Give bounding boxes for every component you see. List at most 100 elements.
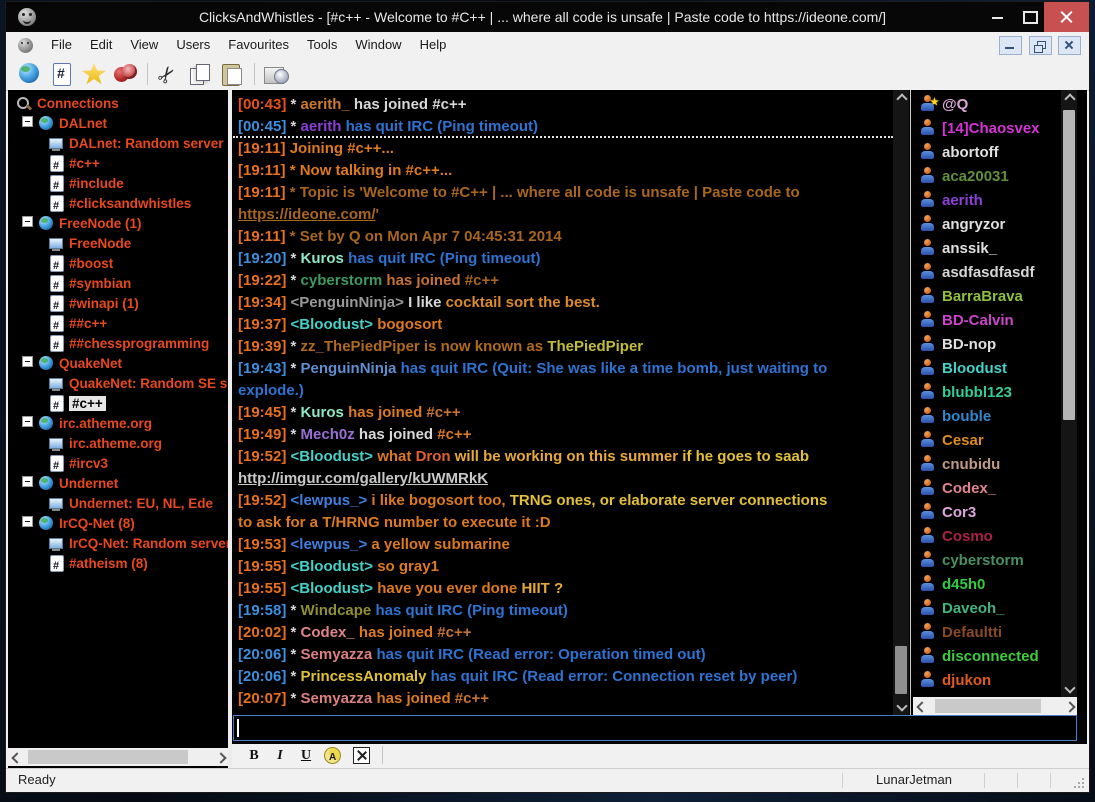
userlist-horizontal-scrollbar[interactable] xyxy=(913,697,1077,715)
scroll-left-icon[interactable] xyxy=(8,748,24,766)
userlist-item-q[interactable]: ★@Q xyxy=(919,93,1061,117)
chat-link[interactable]: https://ideone.com/ xyxy=(238,206,376,223)
tree-horizontal-scrollbar[interactable] xyxy=(8,748,228,766)
scroll-right-icon[interactable] xyxy=(212,748,228,766)
userlist-item-d45h0[interactable]: d45h0 xyxy=(919,573,1061,597)
underline-button[interactable]: U xyxy=(296,746,316,766)
tree-item-dalnet-random-server[interactable]: DALnet: Random server xyxy=(8,134,228,154)
menu-favourites[interactable]: Favourites xyxy=(219,32,298,58)
userlist-item-anssik[interactable]: anssik_ xyxy=(919,237,1061,261)
userlist-item-cesar[interactable]: Cesar xyxy=(919,429,1061,453)
tree-collapse-icon[interactable] xyxy=(22,216,33,227)
userlist-item-aca20031[interactable]: aca20031 xyxy=(919,165,1061,189)
tree-collapse-icon[interactable] xyxy=(22,416,33,427)
join-channel-icon[interactable] xyxy=(48,61,76,87)
userlist-item-cnubidu[interactable]: cnubidu xyxy=(919,453,1061,477)
mdi-close-button[interactable] xyxy=(1058,36,1081,55)
userlist-item-disconnected[interactable]: disconnected xyxy=(919,645,1061,669)
userlist-item-bd-nop[interactable]: BD-nop xyxy=(919,333,1061,357)
mdi-restore-button[interactable] xyxy=(1029,36,1052,55)
cut-icon[interactable] xyxy=(155,61,183,87)
tree-item-c[interactable]: ##c++ xyxy=(8,314,228,334)
clear-format-icon[interactable] xyxy=(352,746,372,766)
tree-collapse-icon[interactable] xyxy=(22,476,33,487)
resize-grip[interactable] xyxy=(1075,779,1084,788)
app-menu-icon[interactable] xyxy=(18,38,33,53)
chat-scrollbar[interactable] xyxy=(893,90,909,715)
tree-item-winapi-1[interactable]: #winapi (1) xyxy=(8,294,228,314)
tree-item-c[interactable]: #c++ xyxy=(8,394,228,414)
scroll-right-icon[interactable] xyxy=(1061,697,1077,715)
favourites-icon[interactable] xyxy=(80,61,108,87)
tree-item-connections[interactable]: Connections xyxy=(8,94,228,114)
tree-scroll-thumb[interactable] xyxy=(28,750,188,764)
smileys-icon[interactable] xyxy=(112,61,140,87)
userlist-scrollbar[interactable] xyxy=(1061,90,1077,697)
tree-item-c[interactable]: #c++ xyxy=(8,154,228,174)
userlist-item-cor3[interactable]: Cor3 xyxy=(919,501,1061,525)
tree-collapse-icon[interactable] xyxy=(22,116,33,127)
tree-item-freenode[interactable]: FreeNode xyxy=(8,234,228,254)
chat-link[interactable]: http://imgur.com/gallery/kUWMRkK xyxy=(238,470,488,487)
userlist-item-bouble[interactable]: bouble xyxy=(919,405,1061,429)
mdi-minimize-button[interactable] xyxy=(999,36,1022,55)
tree-item-quakenet[interactable]: QuakeNet xyxy=(8,354,228,374)
tree-item-symbian[interactable]: #symbian xyxy=(8,274,228,294)
menu-edit[interactable]: Edit xyxy=(81,32,121,58)
userlist-item-barrabrava[interactable]: BarraBrava xyxy=(919,285,1061,309)
tree-item-ircq-net-random-server[interactable]: IrCQ-Net: Random server xyxy=(8,534,228,554)
menu-window[interactable]: Window xyxy=(346,32,410,58)
scroll-up-icon[interactable] xyxy=(893,90,909,106)
userlist-item-blubbl123[interactable]: blubbl123 xyxy=(919,381,1061,405)
copy-icon[interactable] xyxy=(187,61,215,87)
maximize-button[interactable] xyxy=(1013,2,1045,32)
menu-help[interactable]: Help xyxy=(411,32,456,58)
menu-tools[interactable]: Tools xyxy=(298,32,346,58)
tree-item-include[interactable]: #include xyxy=(8,174,228,194)
scroll-left-icon[interactable] xyxy=(913,697,929,715)
tree-item-atheism-8[interactable]: #atheism (8) xyxy=(8,554,228,574)
userlist-item-daveoh[interactable]: Daveoh_ xyxy=(919,597,1061,621)
menu-view[interactable]: View xyxy=(121,32,167,58)
chat-scroll-thumb[interactable] xyxy=(895,646,907,694)
tree-item-undernet-eu-nl-ede[interactable]: Undernet: EU, NL, Ede xyxy=(8,494,228,514)
paste-icon[interactable] xyxy=(219,61,247,87)
userlist-item-aerith[interactable]: aerith xyxy=(919,189,1061,213)
userlist-item-cyberstorm[interactable]: cyberstorm xyxy=(919,549,1061,573)
userlist-item-asdfasdfasdf[interactable]: asdfasdfasdf xyxy=(919,261,1061,285)
userlist-item-14-chaosvex[interactable]: [14]Chaosvex xyxy=(919,117,1061,141)
scroll-up-icon[interactable] xyxy=(1061,90,1077,106)
userlist-item-angryzor[interactable]: angryzor xyxy=(919,213,1061,237)
tree-item-ircv3[interactable]: #ircv3 xyxy=(8,454,228,474)
italic-button[interactable]: I xyxy=(270,746,290,766)
userlist-item-bloodust[interactable]: Bloodust xyxy=(919,357,1061,381)
userlist-item-codex[interactable]: Codex_ xyxy=(919,477,1061,501)
tree-collapse-icon[interactable] xyxy=(22,356,33,367)
tree-collapse-icon[interactable] xyxy=(22,516,33,527)
userlist-item-djukon[interactable]: djukon xyxy=(919,669,1061,693)
userlist-item-abortoff[interactable]: abortoff xyxy=(919,141,1061,165)
userlist-hscroll-thumb[interactable] xyxy=(935,699,1041,713)
tree-item-boost[interactable]: #boost xyxy=(8,254,228,274)
tree-item-ircq-net-8[interactable]: IrCQ-Net (8) xyxy=(8,514,228,534)
bold-button[interactable]: B xyxy=(244,746,264,766)
userlist-item-cosmo[interactable]: Cosmo xyxy=(919,525,1061,549)
userlist-item-bd-calvin[interactable]: BD-Calvin xyxy=(919,309,1061,333)
tree-item-undernet[interactable]: Undernet xyxy=(8,474,228,494)
tree-item-quakenet-random-se-server[interactable]: QuakeNet: Random SE server xyxy=(8,374,228,394)
close-button[interactable] xyxy=(1044,2,1089,32)
text-color-icon[interactable] xyxy=(322,746,342,766)
menu-users[interactable]: Users xyxy=(167,32,219,58)
tree-item-irc-atheme-org[interactable]: irc.atheme.org xyxy=(8,434,228,454)
connect-icon[interactable] xyxy=(16,61,44,87)
tree-item-irc-atheme-org[interactable]: irc.atheme.org xyxy=(8,414,228,434)
scroll-down-icon[interactable] xyxy=(893,699,909,715)
tree-item-dalnet[interactable]: DALnet xyxy=(8,114,228,134)
userlist-item-defaultti[interactable]: Defaultti xyxy=(919,621,1061,645)
message-input[interactable] xyxy=(233,715,1077,741)
scroll-down-icon[interactable] xyxy=(1061,681,1077,697)
tree-item-freenode-1[interactable]: FreeNode (1) xyxy=(8,214,228,234)
tree-item-chessprogramming[interactable]: ##chessprogramming xyxy=(8,334,228,354)
menu-file[interactable]: File xyxy=(42,32,81,58)
panel-splitter[interactable] xyxy=(228,90,232,768)
